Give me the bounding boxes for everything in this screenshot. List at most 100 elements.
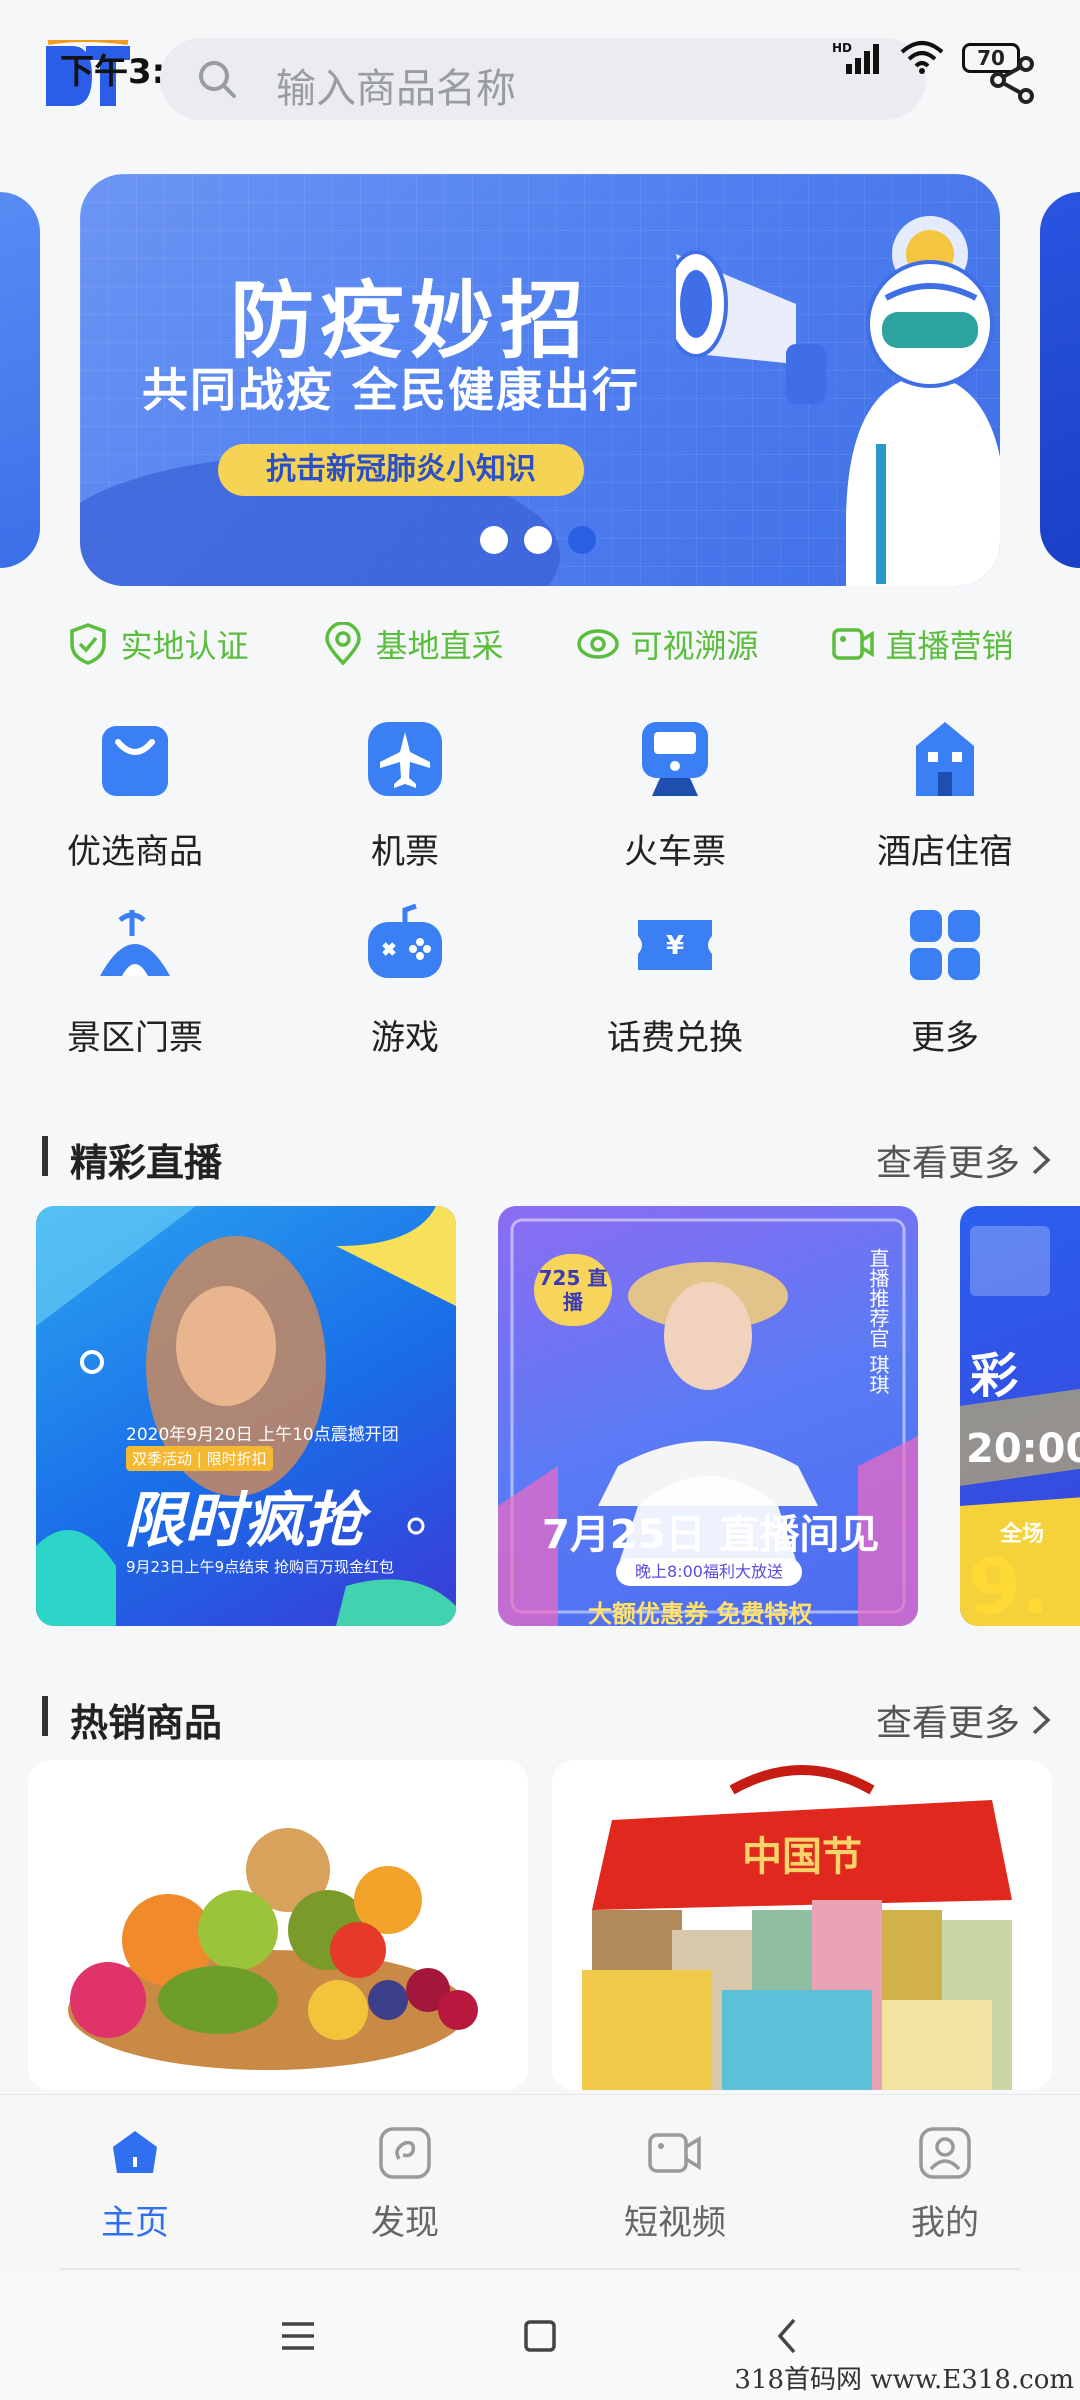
gamepad-icon [368, 903, 442, 978]
live-card-note: 9月23日上午9点结束 抢购百万现金红包 [126, 1558, 394, 1576]
live-card-title: 彩 [970, 1348, 1019, 1404]
live-section-header: 精彩直播 查看更多 [42, 1126, 1052, 1186]
discover-icon [379, 2127, 431, 2179]
view-more-label: 查看更多 [875, 1143, 1020, 1184]
location-pin-icon [325, 622, 362, 666]
live-card-side-text: 直播推荐官 琪琪 [866, 1248, 890, 1395]
hot-view-more-button[interactable]: 查看更多 [876, 1694, 1052, 1746]
category-hotel[interactable]: 酒店住宿 [810, 712, 1080, 898]
live-card-number: 9. [968, 1542, 1050, 1626]
feature-site-certification[interactable]: 实地认证 [66, 621, 249, 667]
nav-home[interactable]: 主页 [0, 2095, 270, 2270]
nav-label: 我的 [911, 2203, 979, 2243]
live-card[interactable]: 2020年9月20日 上午10点震撼开团 双季活动 | 限时折扣 限时疯抢 9月… [36, 1206, 456, 1626]
profile-icon [919, 2127, 971, 2179]
chevron-right-icon [1032, 1145, 1051, 1175]
airplane-icon [368, 722, 442, 796]
live-card-title: 7月25日 直播间见 [542, 1512, 880, 1558]
feature-visual-trace[interactable]: 可视溯源 [576, 621, 759, 667]
live-card-footer: 大额优惠券 免费特权 [588, 1600, 813, 1626]
home-square-icon[interactable] [518, 2314, 562, 2358]
live-card-time: 20:00 [966, 1426, 1080, 1472]
category-flight[interactable]: 机票 [270, 712, 540, 898]
megaphone-doctor-illustration [676, 216, 1000, 586]
category-label: 游戏 [371, 1018, 439, 1058]
header: 下午3:46 ... 输入商品名称 HD 70 [0, 0, 1080, 150]
home-icon [113, 2131, 157, 2173]
feature-live-marketing[interactable]: 直播营销 [831, 621, 1014, 667]
short-video-icon [648, 2133, 701, 2173]
category-phone-bill[interactable]: ¥ 话费兑换 [540, 898, 810, 1084]
watermark: 318首码网 www.E318.com [734, 2365, 1074, 2395]
nav-label: 主页 [101, 2203, 169, 2243]
hot-section-title: 热销商品 [70, 1701, 223, 1745]
banner-pill: 抗击新冠肺炎小知识 [218, 444, 584, 496]
feature-label: 实地认证 [120, 627, 249, 665]
nav-label: 短视频 [624, 2203, 726, 2243]
live-card[interactable]: 725 直播 直播推荐官 琪琪 7月25日 直播间见 晚上8:00福利大放送 大… [498, 1206, 918, 1626]
bottom-navigation: 主页 发现 短视频 我的 [0, 2094, 1080, 2270]
live-card-date: 2020年9月20日 上午10点震撼开团 [126, 1425, 399, 1445]
svg-text:¥: ¥ [666, 931, 684, 961]
view-more-label: 查看更多 [875, 1703, 1020, 1744]
live-card-tag: 双季活动 | 限时折扣 [126, 1446, 273, 1471]
promo-banner[interactable]: 防疫妙招 共同战疫 全民健康出行 抗击新冠肺炎小知识 [80, 174, 1000, 586]
banner-dot-3[interactable] [568, 526, 596, 554]
category-scenic-tickets[interactable]: 景区门票 [0, 898, 270, 1084]
category-label: 话费兑换 [607, 1018, 743, 1058]
banner-dot-2[interactable] [524, 526, 552, 554]
feature-label: 直播营销 [885, 627, 1014, 665]
live-card[interactable]: 彩 20:00 全场 9. [960, 1206, 1080, 1626]
live-carousel: 2020年9月20日 上午10点震撼开团 双季活动 | 限时折扣 限时疯抢 9月… [36, 1206, 1080, 1626]
nav-divider [60, 2268, 1020, 2270]
signal-icon: HD [832, 41, 879, 74]
feature-label: 基地直采 [375, 627, 504, 665]
scenic-spot-icon [100, 910, 170, 976]
section-bar [42, 1696, 48, 1736]
back-icon[interactable] [766, 2314, 810, 2358]
search-placeholder: 输入商品名称 [276, 66, 516, 112]
category-label: 火车票 [624, 832, 726, 872]
chevron-right-icon [1032, 1705, 1051, 1735]
phone-bill-ticket-icon: ¥ [638, 920, 712, 970]
category-games[interactable]: 游戏 [270, 898, 540, 1084]
live-section-title: 精彩直播 [70, 1141, 223, 1185]
category-label: 更多 [911, 1018, 979, 1058]
svg-text:HD: HD [832, 41, 852, 55]
category-train[interactable]: 火车票 [540, 712, 810, 898]
feature-base-direct[interactable]: 基地直采 [321, 621, 504, 667]
category-selected-goods[interactable]: 优选商品 [0, 712, 270, 898]
live-view-more-button[interactable]: 查看更多 [876, 1134, 1052, 1186]
product-card[interactable]: 中国节 [552, 1760, 1052, 2090]
shield-check-icon [70, 623, 107, 665]
train-icon [642, 722, 708, 796]
product-card[interactable] [28, 1760, 528, 2090]
nav-label: 发现 [371, 2203, 439, 2243]
banner-pagination [480, 526, 596, 554]
category-grid: 优选商品 机票 火车票 酒店住宿 景区门票 游戏 ¥ 话费兑换 更多 [0, 712, 1080, 1084]
search-input[interactable]: 输入商品名称 [160, 38, 926, 120]
category-more[interactable]: 更多 [810, 898, 1080, 1084]
feature-label: 可视溯源 [630, 627, 759, 665]
live-card-pill: 晚上8:00福利大放送 [616, 1558, 802, 1586]
nav-profile[interactable]: 我的 [810, 2095, 1080, 2270]
share-icon[interactable] [984, 52, 1040, 108]
nav-short-video[interactable]: 短视频 [540, 2095, 810, 2270]
fruit-basket-image [68, 1828, 478, 2070]
shopping-bag-icon [102, 726, 168, 796]
hotel-icon [916, 722, 974, 796]
banner-dot-1[interactable] [480, 526, 508, 554]
wifi-icon [900, 41, 944, 74]
menu-icon[interactable] [276, 2314, 320, 2358]
product-grid: 中国节 [28, 1760, 1052, 2090]
gift-box-text: 中国节 [742, 1834, 862, 1880]
category-label: 优选商品 [67, 832, 203, 872]
features-strip: 实地认证 基地直采 可视溯源 直播营销 [0, 612, 1080, 676]
banner-next-peek[interactable] [1040, 192, 1080, 568]
nav-discover[interactable]: 发现 [270, 2095, 540, 2270]
category-label: 酒店住宿 [877, 832, 1013, 872]
live-card-title: 限时疯抢 [124, 1486, 364, 1556]
section-bar [42, 1136, 48, 1176]
banner-prev-peek[interactable] [0, 192, 40, 568]
live-card-badge: 725 直播 [534, 1254, 612, 1326]
